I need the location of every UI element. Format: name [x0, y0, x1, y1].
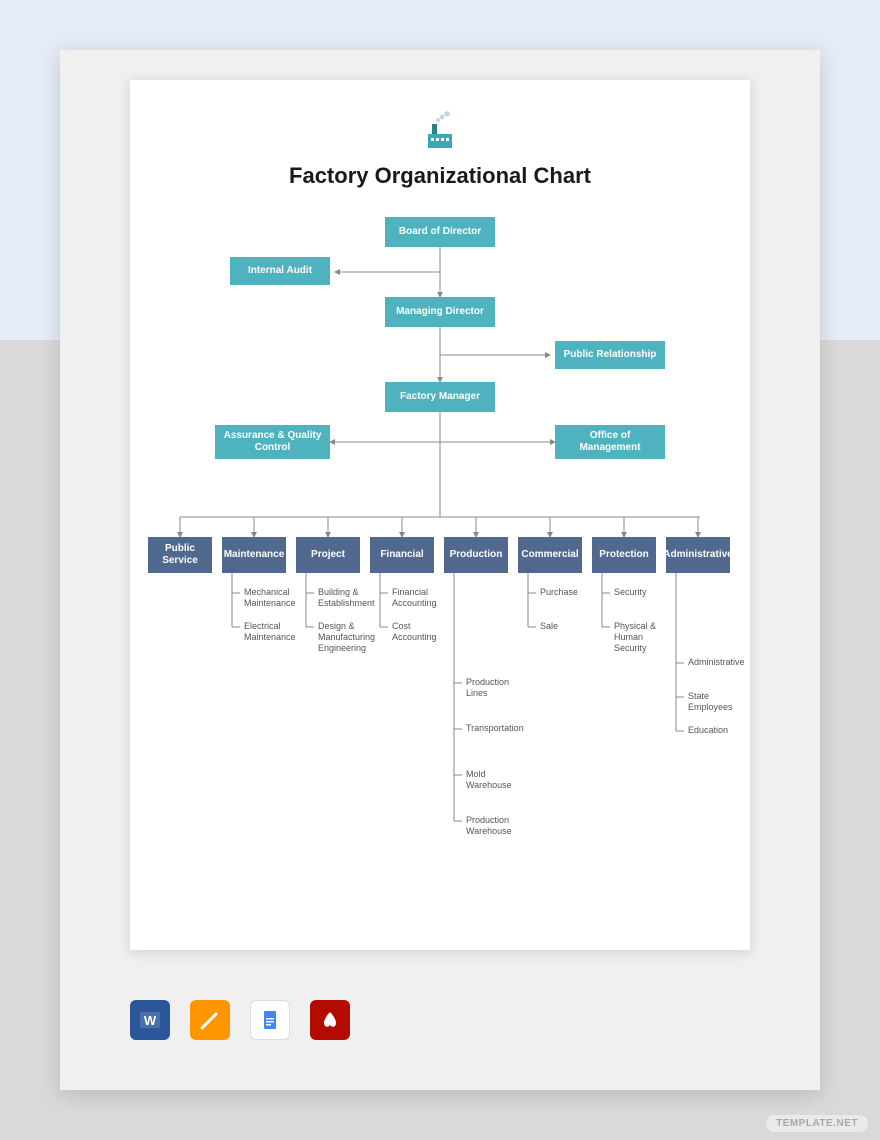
sub-item: Purchase — [540, 587, 578, 598]
node-assurance-quality: Assurance & Quality Control — [215, 425, 330, 459]
org-chart: Board of Director Internal Audit Managin… — [160, 217, 720, 917]
factory-icon — [160, 110, 720, 159]
sub-item: Cost Accounting — [392, 621, 452, 643]
sub-item: Transportation — [466, 723, 524, 734]
dept-public-service: Public Service — [148, 537, 212, 573]
node-office-management: Office of Management — [555, 425, 665, 459]
sub-item: Mechanical Maintenance — [244, 587, 304, 609]
watermark: TEMPLATE.NET — [766, 1115, 868, 1132]
svg-text:W: W — [144, 1013, 157, 1028]
node-internal-audit: Internal Audit — [230, 257, 330, 285]
sub-item: Security — [614, 587, 647, 598]
node-factory-manager: Factory Manager — [385, 382, 495, 412]
sub-item: Education — [688, 725, 728, 736]
sub-item: Production Warehouse — [466, 815, 526, 837]
sub-item: Design & Manufacturing Engineering — [318, 621, 378, 653]
pdf-icon — [310, 1000, 350, 1040]
chart-title: Factory Organizational Chart — [160, 163, 720, 189]
dept-maintenance: Maintenance — [222, 537, 286, 573]
node-managing-director: Managing Director — [385, 297, 495, 327]
sub-item: Electrical Maintenance — [244, 621, 304, 643]
sub-item: Building & Establishment — [318, 587, 378, 609]
sub-item: Sale — [540, 621, 558, 632]
dept-commercial: Commercial — [518, 537, 582, 573]
dept-financial: Financial — [370, 537, 434, 573]
google-docs-icon — [250, 1000, 290, 1040]
dept-production: Production — [444, 537, 508, 573]
dept-project: Project — [296, 537, 360, 573]
pages-icon — [190, 1000, 230, 1040]
word-icon: W — [130, 1000, 170, 1040]
sub-item: Physical & Human Security — [614, 621, 674, 653]
sub-item: Administrative — [688, 657, 745, 668]
node-board: Board of Director — [385, 217, 495, 247]
document-page: Factory Organizational Chart — [130, 80, 750, 950]
sub-item: Mold Warehouse — [466, 769, 526, 791]
preview-card: Factory Organizational Chart — [60, 50, 820, 1090]
dept-protection: Protection — [592, 537, 656, 573]
sub-item: Financial Accounting — [392, 587, 452, 609]
dept-administrative: Administrative — [666, 537, 730, 573]
sub-item: Production Lines — [466, 677, 526, 699]
node-public-relationship: Public Relationship — [555, 341, 665, 369]
sub-item: State Employees — [688, 691, 733, 713]
app-icons-row: W — [130, 1000, 350, 1040]
